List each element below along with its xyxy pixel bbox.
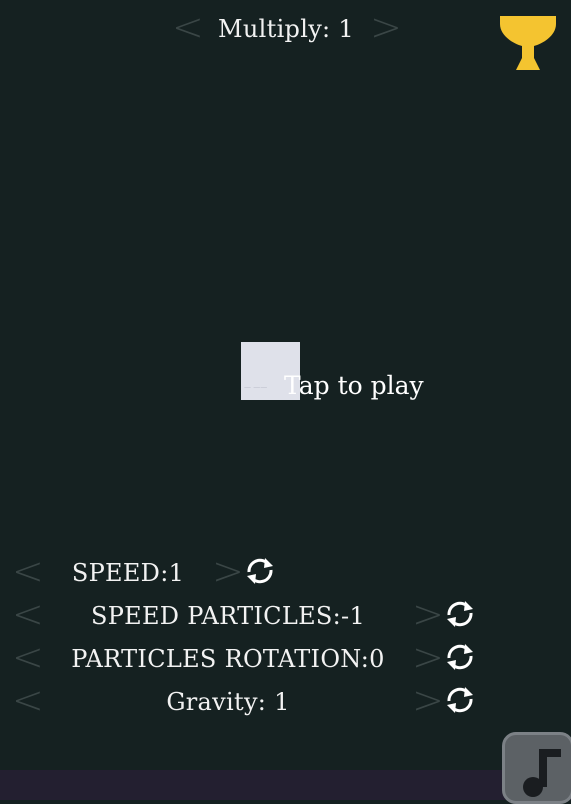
- speed-particles-next-arrow[interactable]: >: [412, 595, 444, 633]
- particles-rotation-prev-arrow[interactable]: <: [12, 638, 44, 676]
- multiply-next-arrow[interactable]: >: [370, 8, 402, 46]
- multiply-prev-arrow[interactable]: <: [172, 8, 204, 46]
- tap-to-play-prompt[interactable]: Tap to play: [284, 371, 424, 400]
- play-square-text: — ——: [244, 383, 268, 391]
- music-button[interactable]: [502, 732, 571, 804]
- speed-particles-label: SPEED PARTICLES:-1: [90, 602, 366, 630]
- speed-prev-arrow[interactable]: <: [12, 552, 44, 590]
- speed-particles-refresh-icon[interactable]: [443, 597, 477, 631]
- speed-label: SPEED:1: [71, 559, 185, 587]
- speed-particles-prev-arrow[interactable]: <: [12, 595, 44, 633]
- multiply-label: Multiply: 1: [218, 15, 354, 43]
- particles-rotation-next-arrow[interactable]: >: [412, 638, 444, 676]
- gravity-prev-arrow[interactable]: <: [12, 681, 44, 719]
- music-note-icon: [523, 749, 561, 797]
- particles-rotation-refresh-icon[interactable]: [443, 640, 477, 674]
- particles-rotation-label: PARTICLES ROTATION:0: [71, 645, 385, 673]
- trophy-icon[interactable]: [498, 12, 558, 72]
- gravity-next-arrow[interactable]: >: [412, 681, 444, 719]
- bottom-bar: [0, 770, 571, 800]
- speed-next-arrow[interactable]: >: [212, 552, 244, 590]
- speed-refresh-icon[interactable]: [243, 554, 277, 588]
- gravity-refresh-icon[interactable]: [443, 683, 477, 717]
- gravity-label: Gravity: 1: [166, 688, 290, 716]
